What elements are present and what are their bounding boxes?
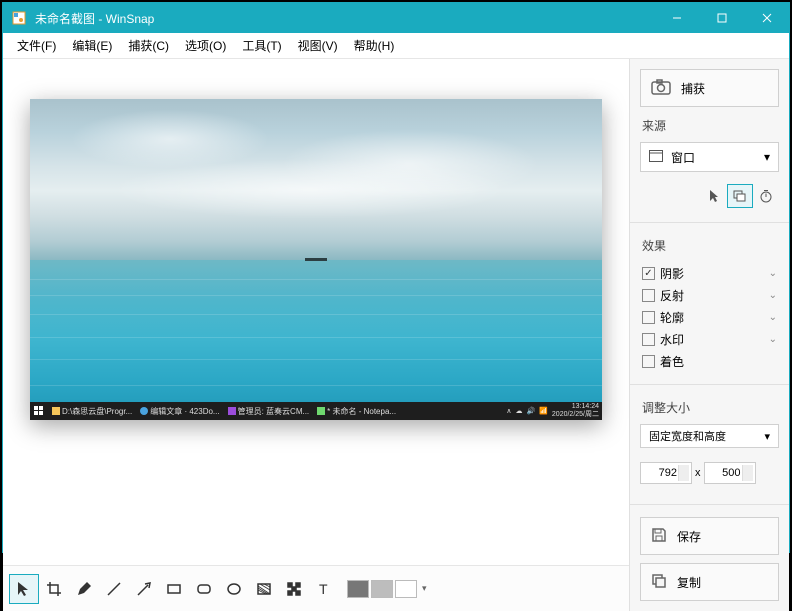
text-tool[interactable]: T xyxy=(309,574,339,604)
effects-section-label: 效果 xyxy=(640,235,779,254)
effect-reflection[interactable]: 反射⌄ xyxy=(640,284,779,306)
line-tool[interactable] xyxy=(99,574,129,604)
cursor-mode-button[interactable] xyxy=(701,184,727,208)
color-swatches: ▾ xyxy=(347,580,430,598)
source-value: 窗口 xyxy=(671,149,695,166)
taskbar-item: * 未命名 - Notepa... xyxy=(313,402,400,420)
taskbar-item: 编辑文章 · 423Do... xyxy=(136,402,223,420)
save-button[interactable]: 保存 xyxy=(640,517,779,555)
height-input[interactable]: 500 xyxy=(704,462,756,484)
taskbar-tray: ∧☁🔊📶 13:14:24 2020/2/25/周二 xyxy=(506,403,602,419)
chevron-down-icon: ▾ xyxy=(764,430,770,443)
source-dropdown[interactable]: 窗口 ▾ xyxy=(640,142,779,172)
effect-watermark[interactable]: 水印⌄ xyxy=(640,328,779,350)
camera-icon xyxy=(651,79,671,98)
copy-button[interactable]: 复制 xyxy=(640,563,779,601)
pen-tool[interactable] xyxy=(69,574,99,604)
svg-text:T: T xyxy=(319,581,328,597)
checkbox-icon: ✓ xyxy=(642,267,655,280)
preview-taskbar: D:\森思云盘\Progr... 编辑文章 · 423Do... 管理员: 蓝奏… xyxy=(30,402,602,420)
menu-view[interactable]: 视图(V) xyxy=(290,33,346,58)
checkbox-icon xyxy=(642,289,655,302)
taskbar-item: D:\森思云盘\Progr... xyxy=(48,402,136,420)
swatch-1[interactable] xyxy=(347,580,369,598)
resize-mode-dropdown[interactable]: 固定宽度和高度 ▾ xyxy=(640,424,779,448)
app-window: 未命名截图 - WinSnap 文件(F) 编辑(E) 捕获(C) 选项(O) … xyxy=(2,2,790,553)
effect-outline[interactable]: 轮廓⌄ xyxy=(640,306,779,328)
maximize-button[interactable] xyxy=(699,3,744,33)
chevron-down-icon: ⌄ xyxy=(769,268,777,279)
crop-tool[interactable] xyxy=(39,574,69,604)
checkbox-icon xyxy=(642,355,655,368)
tool-strip: T ▾ xyxy=(3,565,629,611)
app-icon xyxy=(9,10,29,26)
source-mode-row xyxy=(640,184,779,208)
menu-edit[interactable]: 编辑(E) xyxy=(64,33,120,58)
checkbox-icon xyxy=(642,333,655,346)
effect-shadow[interactable]: ✓阴影⌄ xyxy=(640,262,779,284)
preview-sky xyxy=(30,99,602,266)
start-button xyxy=(30,402,48,420)
titlebar: 未命名截图 - WinSnap xyxy=(3,3,789,33)
body: D:\森思云盘\Progr... 编辑文章 · 423Do... 管理员: 蓝奏… xyxy=(3,59,789,611)
source-section-label: 来源 xyxy=(640,115,779,134)
screenshot-preview[interactable]: D:\森思云盘\Progr... 编辑文章 · 423Do... 管理员: 蓝奏… xyxy=(30,99,602,420)
preview-sea xyxy=(30,260,602,421)
menu-file[interactable]: 文件(F) xyxy=(9,33,64,58)
rect-tool[interactable] xyxy=(159,574,189,604)
pixelate-tool[interactable] xyxy=(279,574,309,604)
capture-label: 捕获 xyxy=(681,80,705,97)
menu-capture[interactable]: 捕获(C) xyxy=(120,33,177,58)
window-title: 未命名截图 - WinSnap xyxy=(35,10,654,27)
swatch-2[interactable] xyxy=(371,580,393,598)
copy-label: 复制 xyxy=(677,574,701,591)
effects-list: ✓阴影⌄ 反射⌄ 轮廓⌄ 水印⌄ 着色 xyxy=(640,262,779,372)
swatch-more-icon[interactable]: ▾ xyxy=(419,583,430,594)
chevron-down-icon: ⌄ xyxy=(769,290,777,301)
capture-button[interactable]: 捕获 xyxy=(640,69,779,107)
chevron-down-icon: ▾ xyxy=(764,150,770,164)
menu-options[interactable]: 选项(O) xyxy=(177,33,234,58)
resize-mode-value: 固定宽度和高度 xyxy=(649,428,726,444)
ellipse-tool[interactable] xyxy=(219,574,249,604)
timer-mode-button[interactable] xyxy=(753,184,779,208)
swatch-3[interactable] xyxy=(395,580,417,598)
preview-boat xyxy=(305,258,327,261)
save-icon xyxy=(651,527,667,546)
width-input[interactable]: 792 xyxy=(640,462,692,484)
menubar: 文件(F) 编辑(E) 捕获(C) 选项(O) 工具(T) 视图(V) 帮助(H… xyxy=(3,33,789,59)
window-controls xyxy=(654,3,789,33)
roundrect-tool[interactable] xyxy=(189,574,219,604)
checkbox-icon xyxy=(642,311,655,324)
menu-help[interactable]: 帮助(H) xyxy=(346,33,403,58)
window-mode-button[interactable] xyxy=(727,184,753,208)
window-icon xyxy=(649,150,663,165)
taskbar-item: 管理员: 蓝奏云CM... xyxy=(224,402,314,420)
save-label: 保存 xyxy=(677,528,701,545)
blur-tool[interactable] xyxy=(249,574,279,604)
canvas-area: D:\森思云盘\Progr... 编辑文章 · 423Do... 管理员: 蓝奏… xyxy=(3,59,629,611)
times-label: x xyxy=(695,467,701,479)
chevron-down-icon: ⌄ xyxy=(769,334,777,345)
resize-section-label: 调整大小 xyxy=(640,397,779,416)
minimize-button[interactable] xyxy=(654,3,699,33)
copy-icon xyxy=(651,573,667,592)
side-panel: 捕获 来源 窗口 ▾ 效果 ✓阴影⌄ 反射⌄ 轮廓⌄ 水印⌄ 着色 xyxy=(629,59,789,611)
chevron-down-icon: ⌄ xyxy=(769,312,777,323)
canvas-viewport: D:\森思云盘\Progr... 编辑文章 · 423Do... 管理员: 蓝奏… xyxy=(3,59,629,565)
close-button[interactable] xyxy=(744,3,789,33)
effect-tint[interactable]: 着色 xyxy=(640,350,779,372)
resize-fields: 792 x 500 xyxy=(640,462,779,484)
menu-tools[interactable]: 工具(T) xyxy=(234,33,289,58)
pointer-tool[interactable] xyxy=(9,574,39,604)
arrow-tool[interactable] xyxy=(129,574,159,604)
